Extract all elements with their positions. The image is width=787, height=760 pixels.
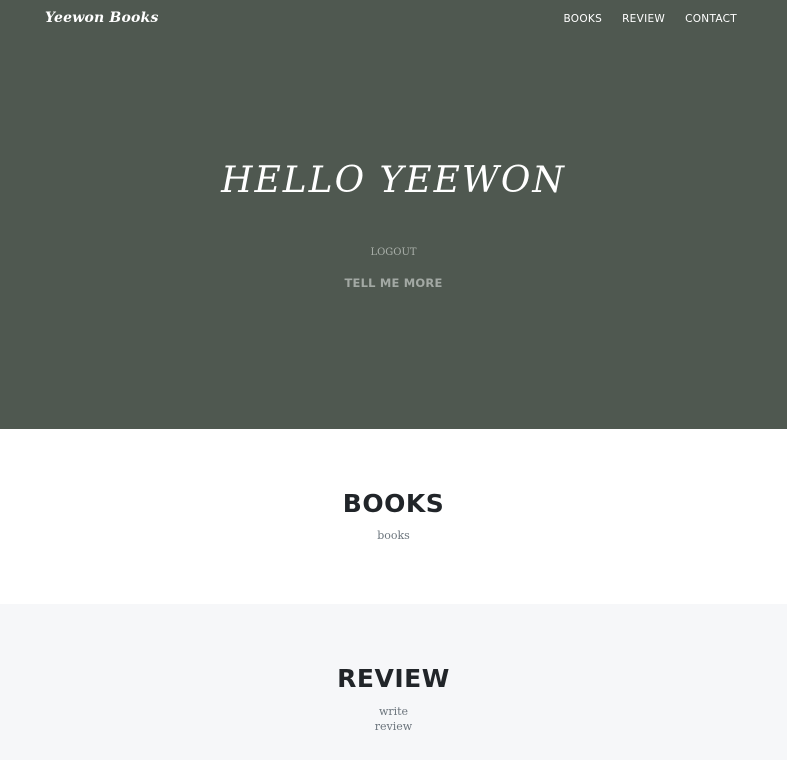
review-section: REVIEW write review — [0, 604, 787, 760]
tell-me-more-button[interactable]: TELL ME MORE — [0, 276, 787, 290]
nav-link-books[interactable]: BOOKS — [563, 13, 602, 25]
review-links: write review — [0, 704, 787, 734]
books-link[interactable]: books — [0, 529, 787, 542]
books-section: BOOKS books — [0, 429, 787, 604]
books-section-title: BOOKS — [342, 489, 445, 518]
hero-title: HELLO YEEWON — [221, 160, 566, 201]
hero-section: Yeewon Books BOOKS REVIEW CONTACT HELLO … — [0, 0, 787, 429]
write-review-link-review[interactable]: review — [0, 719, 787, 734]
write-review-link-write[interactable]: write — [0, 704, 787, 719]
brand-logo-link[interactable]: Yeewon Books — [45, 10, 159, 26]
logout-link[interactable]: LOGOUT — [0, 247, 787, 258]
nav-link-review[interactable]: REVIEW — [622, 13, 665, 25]
nav-links: BOOKS REVIEW CONTACT — [563, 13, 737, 25]
review-section-title: REVIEW — [337, 664, 450, 693]
navbar: Yeewon Books BOOKS REVIEW CONTACT — [0, 0, 787, 40]
nav-link-contact[interactable]: CONTACT — [685, 13, 737, 25]
